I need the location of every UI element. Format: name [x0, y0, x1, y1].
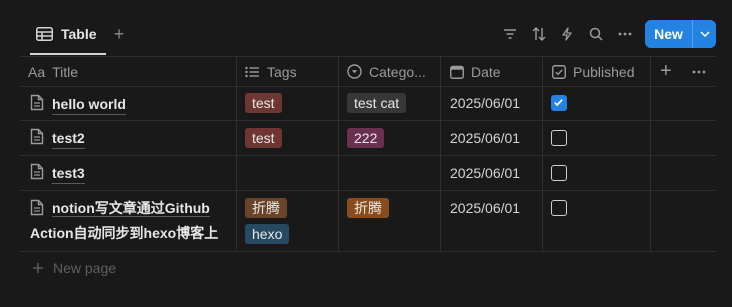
- column-divider: [440, 56, 441, 251]
- checkbox-icon: [552, 64, 566, 79]
- automation-bolt-icon[interactable]: [557, 24, 577, 44]
- column-header-title[interactable]: Aa Title: [28, 56, 228, 87]
- new-button-label: New: [654, 26, 683, 42]
- column-header-label: Title: [52, 63, 79, 80]
- select-icon: [347, 64, 362, 79]
- category-chip: 222: [347, 128, 385, 148]
- row-title-text: test3: [52, 163, 85, 184]
- category-chip: test cat: [347, 93, 407, 113]
- table-row-title[interactable]: hello world: [30, 94, 126, 115]
- add-view-icon[interactable]: +: [110, 24, 128, 44]
- column-divider: [542, 56, 543, 251]
- table-icon: [36, 27, 53, 41]
- chevron-down-icon[interactable]: [693, 31, 716, 37]
- tag-chip: 折腾: [245, 198, 287, 218]
- grid-line: [20, 251, 716, 252]
- tag-chip: hexo: [245, 224, 290, 244]
- view-tab-table[interactable]: Table: [36, 22, 97, 46]
- column-header-published[interactable]: Published: [552, 56, 648, 87]
- list-icon: [245, 66, 259, 77]
- date-value: 2025/06/01: [450, 165, 521, 181]
- column-divider: [338, 56, 339, 251]
- tag-chip: test: [245, 93, 282, 113]
- column-divider: [236, 56, 237, 251]
- row-title-text: hello world: [52, 94, 126, 115]
- page-icon: [30, 128, 44, 145]
- grid-line: [20, 155, 716, 156]
- published-checkbox[interactable]: [551, 130, 567, 146]
- page-icon: [30, 163, 44, 180]
- date-value: 2025/06/01: [450, 95, 521, 111]
- column-divider: [650, 56, 651, 251]
- view-tab-label: Table: [61, 26, 97, 42]
- more-options-icon[interactable]: [615, 24, 635, 44]
- grid-line: [20, 120, 716, 121]
- published-checkbox[interactable]: [551, 95, 567, 111]
- row-title-line: Action自动同步到hexo博客上: [30, 225, 219, 241]
- date-value: 2025/06/01: [450, 200, 521, 216]
- toolbar: Table + New: [0, 0, 732, 56]
- column-header-tags[interactable]: Tags: [245, 56, 333, 87]
- column-header-date[interactable]: Date: [450, 56, 538, 87]
- search-icon[interactable]: [586, 24, 606, 44]
- page-icon: [30, 199, 44, 216]
- row-title-text: test2: [52, 128, 85, 149]
- column-header-label: Tags: [267, 63, 297, 80]
- column-options-icon[interactable]: [692, 56, 708, 87]
- category-chip: 折腾: [347, 198, 389, 218]
- checkmark-icon: [554, 98, 563, 107]
- active-view-indicator: [30, 53, 106, 55]
- filter-icon[interactable]: [500, 24, 520, 44]
- plus-icon: [33, 263, 43, 273]
- new-button[interactable]: New: [645, 20, 716, 48]
- column-header-label: Published: [573, 63, 635, 80]
- date-value: 2025/06/01: [450, 130, 521, 146]
- text-icon: Aa: [28, 63, 46, 80]
- column-header-label: Catego...: [369, 63, 426, 80]
- table-row-title[interactable]: test3: [30, 163, 85, 184]
- table-row-title[interactable]: notion写文章通过Github: [30, 195, 210, 221]
- new-page-button[interactable]: New page: [32, 258, 116, 278]
- published-checkbox[interactable]: [551, 200, 567, 216]
- row-title-line: notion写文章通过Github: [52, 200, 210, 217]
- new-page-label: New page: [53, 260, 117, 276]
- published-checkbox[interactable]: [551, 165, 567, 181]
- sort-icon[interactable]: [529, 24, 549, 44]
- calendar-icon: [450, 65, 464, 79]
- row-title-text: notion写文章通过Github: [52, 195, 210, 221]
- tag-chip: test: [245, 128, 282, 148]
- table-row-title[interactable]: test2: [30, 128, 85, 149]
- grid-line: [20, 190, 716, 191]
- page-icon: [30, 94, 44, 111]
- column-header-category[interactable]: Catego...: [347, 56, 437, 87]
- column-header-label: Date: [471, 63, 501, 80]
- add-property-icon[interactable]: +: [660, 56, 676, 87]
